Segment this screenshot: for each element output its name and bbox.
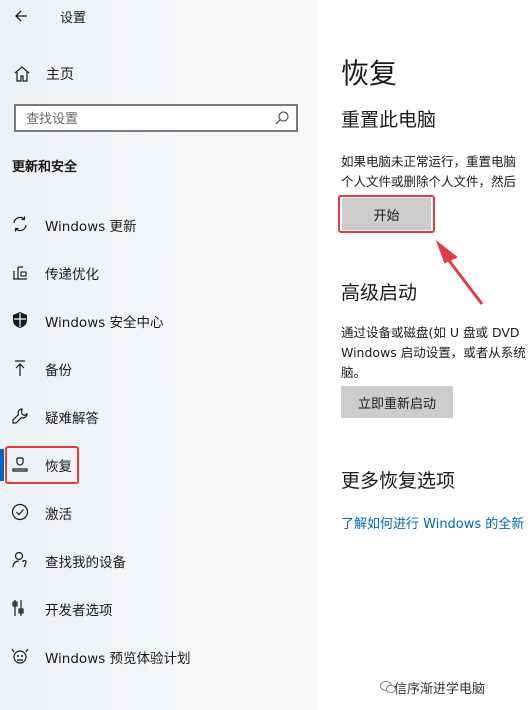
backup-arrow-icon: [15, 360, 25, 376]
advanced-startup-heading: 高级启动: [341, 282, 418, 304]
home-nav-item[interactable]: 主页: [0, 58, 318, 88]
back-button[interactable]: [10, 5, 32, 27]
sidebar-item-label: 疑难解答: [45, 411, 99, 427]
home-label: 主页: [46, 67, 74, 83]
back-arrow-icon: [15, 10, 27, 22]
start-button-highlight-box: [338, 195, 435, 233]
restart-now-button[interactable]: 立即重新启动: [341, 386, 453, 418]
advanced-desc-line-2: Windows 启动设置，或者从系统: [341, 345, 526, 360]
person-location-icon: [12, 551, 27, 568]
sidebar-item-insider-program[interactable]: Windows 预览体验计划: [0, 639, 318, 673]
sidebar-item-troubleshoot[interactable]: 疑难解答: [0, 399, 318, 433]
sync-icon: [13, 216, 27, 232]
sidebar-item-label: Windows 预览体验计划: [45, 651, 191, 667]
search-input[interactable]: [24, 109, 268, 129]
sidebar-item-label: 开发者选项: [45, 603, 113, 619]
reset-desc-line-2: 个人文件或删除个人文件，然后: [341, 174, 517, 189]
home-icon: [14, 66, 30, 82]
sidebar-item-security-center[interactable]: Windows 安全中心: [0, 303, 318, 337]
search-box[interactable]: [14, 104, 298, 132]
sidebar-item-label: 备份: [45, 363, 72, 379]
sidebar-item-label: Windows 更新: [45, 219, 137, 235]
fresh-start-link[interactable]: 了解如何进行 Windows 的全新: [341, 513, 524, 532]
sidebar-item-label: 传递优化: [45, 267, 99, 283]
more-recovery-options-heading: 更多恢复选项: [341, 470, 456, 492]
advanced-desc-line-1: 通过设备或磁盘(如 U 盘或 DVD: [341, 325, 520, 340]
search-icon[interactable]: [274, 110, 290, 126]
developer-options-icon: [12, 600, 24, 616]
reset-pc-heading: 重置此电脑: [341, 109, 437, 131]
section-title: 更新和安全: [12, 160, 78, 175]
main-content: 恢复 重置此电脑 如果电脑未正常运行，重置电脑 个人文件或删除个人文件，然后 开…: [318, 0, 531, 710]
sidebar-item-label: 查找我的设备: [45, 555, 126, 571]
sidebar-item-label: Windows 安全中心: [45, 315, 164, 331]
shield-icon: [13, 312, 27, 328]
sidebar-item-delivery-optimization[interactable]: 传递优化: [0, 255, 318, 289]
sidebar: 设置 主页 更新和安全 Windows 更新 传递优化: [0, 0, 318, 710]
insider-icon: [11, 648, 29, 664]
check-circle-icon: [11, 503, 29, 521]
sidebar-item-find-my-device[interactable]: 查找我的设备: [0, 543, 318, 577]
recovery-highlight-box: [5, 446, 79, 484]
watermark-text: 信序渐进学电脑: [394, 682, 486, 697]
advanced-desc-line-3: 脑。: [341, 365, 367, 380]
wrench-icon: [12, 408, 28, 424]
sidebar-item-backup[interactable]: 备份: [0, 351, 318, 385]
sidebar-item-activation[interactable]: 激活: [0, 495, 318, 529]
sidebar-item-developer-options[interactable]: 开发者选项: [0, 591, 318, 625]
sidebar-item-label: 激活: [45, 507, 72, 523]
reset-desc-line-1: 如果电脑未正常运行，重置电脑: [341, 154, 517, 169]
app-title: 设置: [60, 11, 87, 26]
page-title: 恢复: [341, 57, 398, 90]
delivery-optimization-icon: [13, 266, 27, 280]
sidebar-item-windows-update[interactable]: Windows 更新: [0, 207, 318, 241]
title-bar: 设置: [0, 0, 318, 32]
